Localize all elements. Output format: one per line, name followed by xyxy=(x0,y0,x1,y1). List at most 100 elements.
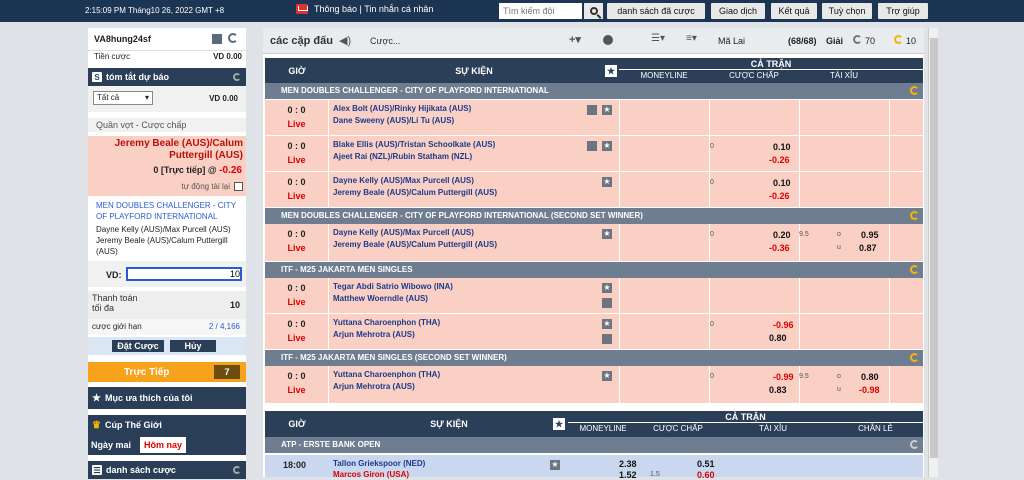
refresh-icon[interactable] xyxy=(910,211,919,220)
sort-icon[interactable]: ☰▾ xyxy=(651,33,665,44)
star-icon[interactable]: ★ xyxy=(602,371,612,381)
refresh-icon[interactable] xyxy=(233,73,241,81)
home-team[interactable]: Alex Bolt (AUS)/Rinky Hijikata (AUS) xyxy=(333,104,471,113)
refresh-icon[interactable] xyxy=(853,35,862,44)
bet-filter[interactable]: Cược... xyxy=(370,36,400,46)
speaker-icon[interactable]: ◀) xyxy=(339,34,351,47)
star-icon[interactable]: ★ xyxy=(550,460,560,470)
odds-type-select[interactable]: Mã Lai xyxy=(718,36,745,46)
tv-icon[interactable] xyxy=(587,105,597,115)
handicap-home[interactable]: -0.99 xyxy=(773,372,794,382)
refresh-icon[interactable] xyxy=(910,440,919,449)
away-team[interactable]: Jeremy Beale (AUS)/Calum Puttergill (AUS… xyxy=(333,240,497,249)
home-team[interactable]: Tegar Abdi Satrio Wibowo (INA) xyxy=(333,282,453,291)
star-icon[interactable]: ★ xyxy=(602,319,612,329)
add-icon[interactable]: +▾ xyxy=(569,33,581,46)
refresh-live-icon[interactable] xyxy=(894,35,903,44)
bet-slip-header[interactable]: Stóm tắt dự báo xyxy=(88,68,246,86)
star-icon[interactable]: ★ xyxy=(602,105,612,115)
tab-today[interactable]: Hôm nay xyxy=(140,437,187,453)
star-icon[interactable]: ★ xyxy=(602,177,612,187)
scrollbar-thumb[interactable] xyxy=(930,38,938,458)
help-button[interactable]: Trợ giúp xyxy=(878,3,928,19)
refresh-icon[interactable] xyxy=(910,86,919,95)
stats-icon[interactable] xyxy=(602,334,612,344)
away-team[interactable]: Arjun Mehrotra (AUS) xyxy=(333,330,415,339)
home-team[interactable]: Dayne Kelly (AUS)/Max Purcell (AUS) xyxy=(333,176,474,185)
stake-input[interactable] xyxy=(126,267,242,281)
handicap-away[interactable]: 0.80 xyxy=(769,333,787,343)
under-odds[interactable]: 0.87 xyxy=(859,243,877,253)
away-team[interactable]: Marcos Giron (USA) xyxy=(333,470,409,479)
world-cup-header[interactable]: ♛ Cúp Thế Giới xyxy=(88,415,246,435)
tab-tomorrow[interactable]: Ngày mai xyxy=(91,440,131,450)
away-team[interactable]: Arjun Mehrotra (AUS) xyxy=(333,382,415,391)
mail-icon[interactable] xyxy=(212,34,222,44)
league-row[interactable]: ITF - M25 JAKARTA MEN SINGLES xyxy=(265,262,923,278)
home-team[interactable]: Yuttana Charoenphon (THA) xyxy=(333,318,440,327)
moneyline-home[interactable]: 2.38 xyxy=(619,459,637,469)
stats-icon[interactable] xyxy=(602,298,612,308)
league-name: ITF - M25 JAKARTA MEN SINGLES xyxy=(281,265,413,274)
star-icon[interactable]: ★ xyxy=(602,141,612,151)
away-team[interactable]: Jeremy Beale (AUS)/Calum Puttergill (AUS… xyxy=(333,188,497,197)
filter-select[interactable]: Tất cả ▾ xyxy=(93,91,153,105)
refresh-timer-2: 10 xyxy=(906,36,917,46)
handicap-away[interactable]: 0.83 xyxy=(769,385,787,395)
home-team[interactable]: Tallon Griekspoor (NED) xyxy=(333,459,425,468)
place-bet-button[interactable]: Đặt Cược xyxy=(112,340,164,352)
refresh-icon[interactable] xyxy=(228,33,238,43)
results-button[interactable]: Kết quả xyxy=(771,3,817,19)
handicap-away[interactable]: -0.26 xyxy=(769,155,790,165)
handicap-away[interactable]: -0.26 xyxy=(769,191,790,201)
view-icon[interactable]: ≡▾ xyxy=(686,33,697,44)
star-icon[interactable]: ★ xyxy=(602,283,612,293)
handicap-away[interactable]: 0.60 xyxy=(697,470,715,480)
moneyline-away[interactable]: 1.52 xyxy=(619,470,637,480)
handicap-home[interactable]: 0.10 xyxy=(773,142,791,152)
notifications-link[interactable]: Thông báo | Tin nhắn cá nhân xyxy=(296,4,433,14)
refresh-icon[interactable] xyxy=(910,265,919,274)
under-odds[interactable]: -0.98 xyxy=(859,385,880,395)
handicap-home[interactable]: 0.10 xyxy=(773,178,791,188)
auto-accept-label: tự động tài lại xyxy=(181,182,231,191)
star-icon[interactable]: ★ xyxy=(602,229,612,239)
league-row[interactable]: ATP - ERSTE BANK OPEN xyxy=(265,437,923,453)
favorites-header[interactable]: ★ Mục ưa thích của tôi xyxy=(88,387,246,409)
match-score: 0 : 0 xyxy=(287,177,306,187)
handicap-home[interactable]: -0.96 xyxy=(773,320,794,330)
cancel-button[interactable]: Hủy xyxy=(170,340,216,352)
bet-list-header[interactable]: ☰ danh sách cược xyxy=(88,461,246,479)
bet-slip-title: tóm tắt dự báo xyxy=(106,72,170,82)
home-team[interactable]: Dayne Kelly (AUS)/Max Purcell (AUS) xyxy=(333,228,474,237)
sport-icon[interactable] xyxy=(603,35,613,45)
home-team[interactable]: Blake Ellis (AUS)/Tristan Schoolkate (AU… xyxy=(333,140,495,149)
over-odds[interactable]: 0.95 xyxy=(861,230,879,240)
scrollbar[interactable] xyxy=(928,28,938,477)
league-label[interactable]: Giải xyxy=(826,36,843,46)
refresh-icon[interactable] xyxy=(233,466,241,474)
league-row[interactable]: ITF - M25 JAKARTA MEN SINGLES (SECOND SE… xyxy=(265,350,923,366)
league-row[interactable]: MEN DOUBLES CHALLENGER - CITY OF PLAYFOR… xyxy=(265,208,923,224)
bet-list-button[interactable]: danh sách đã cược xyxy=(607,3,705,19)
away-team[interactable]: Ajeet Rai (NZL)/Rubin Statham (NZL) xyxy=(333,152,472,161)
home-team[interactable]: Yuttana Charoenphon (THA) xyxy=(333,370,440,379)
tv-icon[interactable] xyxy=(587,141,597,151)
handicap-home[interactable]: 0.51 xyxy=(697,459,715,469)
over-marker: o xyxy=(837,231,841,238)
over-odds[interactable]: 0.80 xyxy=(861,372,879,382)
auto-accept-checkbox[interactable] xyxy=(234,182,243,191)
handicap-home[interactable]: 0.20 xyxy=(773,230,791,240)
live-button[interactable]: Trực Tiếp 7 xyxy=(88,362,246,382)
slip-filter-row: Tất cả ▾ VD 0.00 xyxy=(88,86,246,112)
league-row[interactable]: MEN DOUBLES CHALLENGER - CITY OF PLAYFOR… xyxy=(265,83,923,99)
away-team[interactable]: Dane Sweeny (AUS)/Li Tu (AUS) xyxy=(333,116,454,125)
team-search-input[interactable] xyxy=(499,3,582,19)
options-button[interactable]: Tuỳ chọn xyxy=(822,3,872,19)
handicap-away[interactable]: -0.36 xyxy=(769,243,790,253)
away-team[interactable]: Matthew Woerndle (AUS) xyxy=(333,294,428,303)
search-button[interactable] xyxy=(584,3,603,19)
refresh-icon[interactable] xyxy=(910,353,919,362)
match-score: 0 : 0 xyxy=(287,371,306,381)
transactions-button[interactable]: Giao dịch xyxy=(711,3,765,19)
